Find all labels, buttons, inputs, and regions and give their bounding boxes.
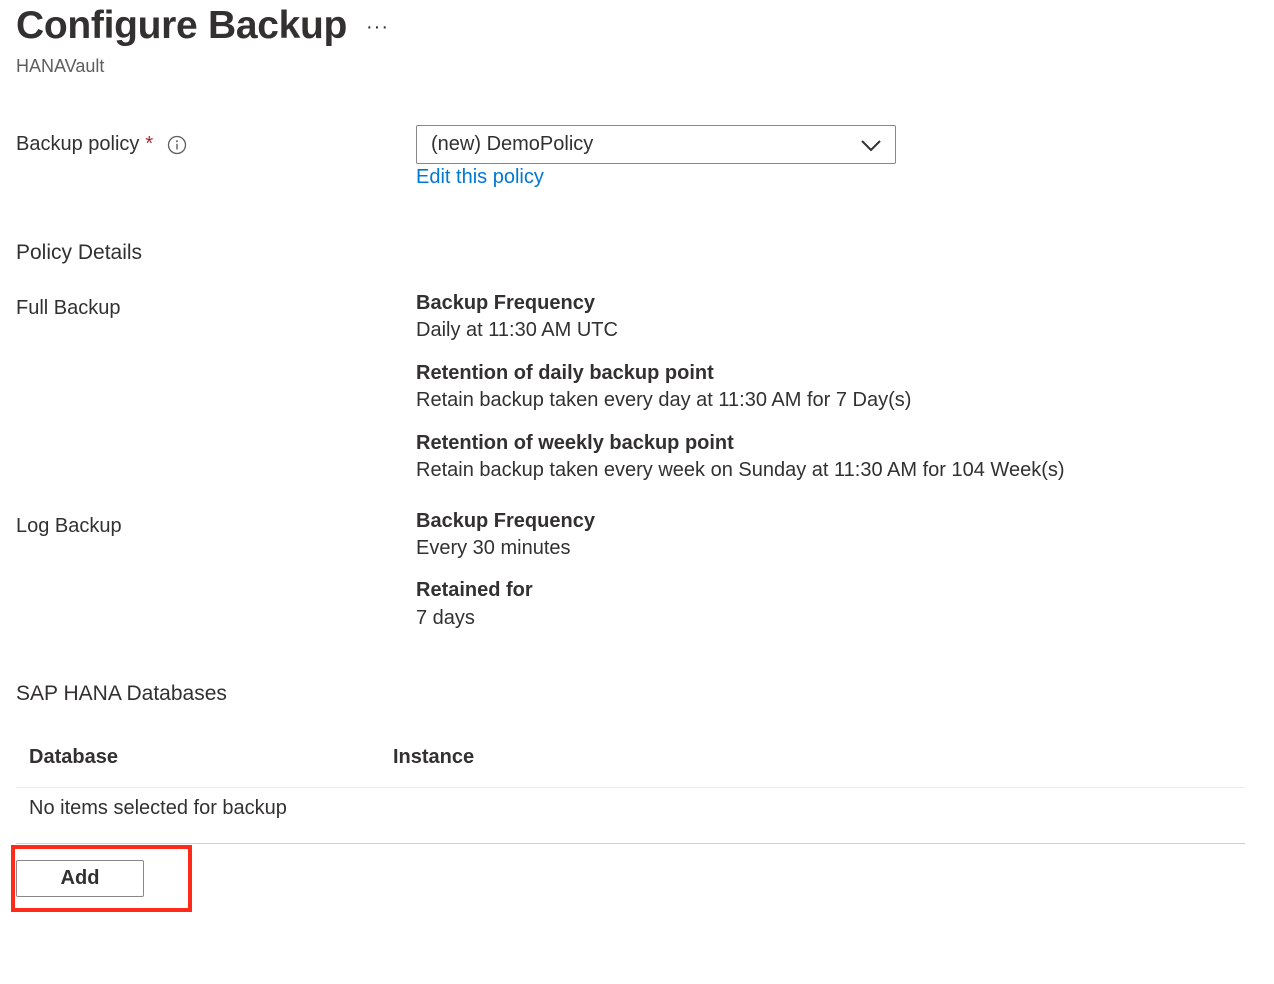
detail-heading: Retained for	[416, 579, 533, 601]
detail-value: Retain backup taken every week on Sunday…	[416, 459, 1065, 481]
backup-policy-dropdown[interactable]: (new) DemoPolicy	[416, 125, 896, 164]
policy-details-heading: Policy Details	[16, 241, 143, 264]
databases-table-header: Database Instance	[16, 740, 1245, 788]
detail-value: 7 days	[416, 607, 475, 629]
detail-value: Every 30 minutes	[416, 537, 571, 559]
detail-value: Daily at 11:30 AM UTC	[416, 319, 618, 341]
column-header-instance: Instance	[393, 746, 475, 768]
empty-state-text: No items selected for backup	[29, 797, 287, 819]
page-subtitle: HANAVault	[16, 56, 105, 76]
detail-heading: Backup Frequency	[416, 510, 595, 532]
log-backup-label: Log Backup	[16, 515, 122, 537]
backup-policy-label: Backup policy	[16, 133, 140, 155]
add-button[interactable]: Add	[16, 860, 144, 897]
table-row: No items selected for backup	[16, 788, 1245, 844]
detail-heading: Retention of daily backup point	[416, 362, 714, 384]
backup-policy-selected-value: (new) DemoPolicy	[431, 133, 594, 155]
edit-policy-link[interactable]: Edit this policy	[416, 166, 544, 189]
sap-hana-databases-heading: SAP HANA Databases	[16, 682, 227, 705]
info-icon[interactable]	[167, 135, 187, 155]
detail-value: Retain backup taken every day at 11:30 A…	[416, 389, 912, 411]
full-backup-label: Full Backup	[16, 297, 121, 319]
required-marker: *	[145, 133, 154, 155]
chevron-down-icon	[859, 135, 883, 155]
more-options-button[interactable]: ···	[366, 16, 389, 39]
column-header-database: Database	[29, 746, 118, 768]
detail-heading: Retention of weekly backup point	[416, 432, 734, 454]
detail-heading: Backup Frequency	[416, 292, 595, 314]
backup-policy-label-row: Backup policy *	[16, 133, 187, 156]
page-title: Configure Backup	[16, 4, 348, 47]
